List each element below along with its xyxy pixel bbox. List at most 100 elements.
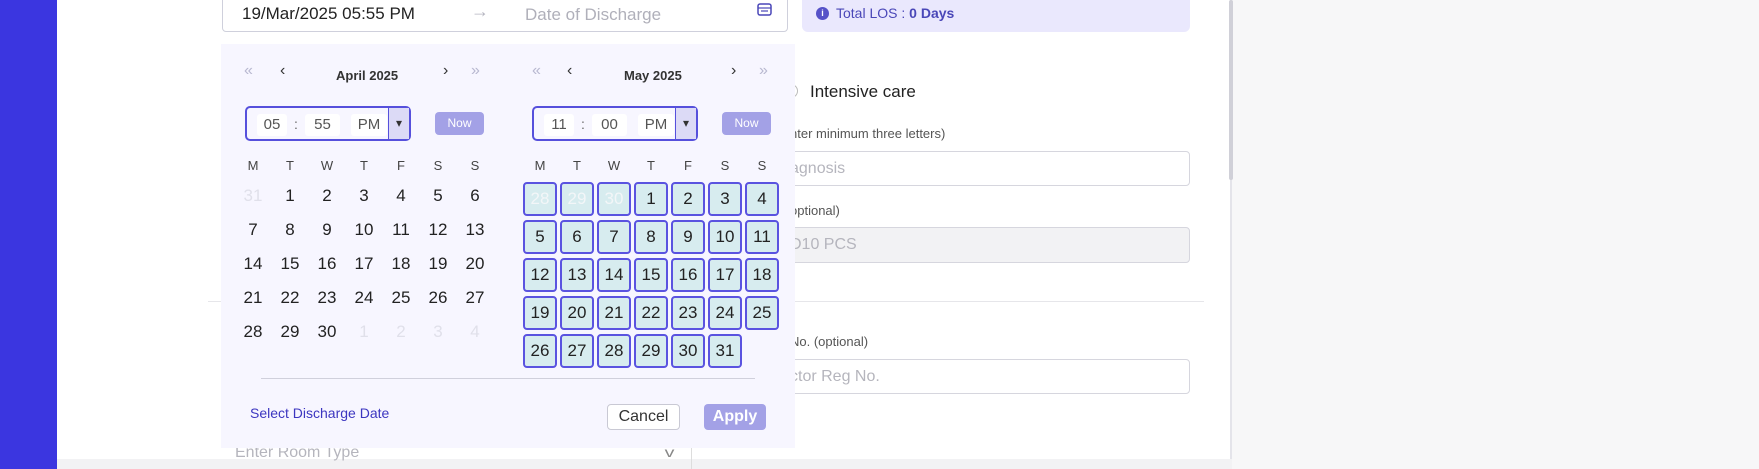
calendar-day[interactable]: 27 [458,288,492,308]
calendar-day[interactable]: 2 [671,182,705,216]
calendar-day[interactable]: 23 [310,288,344,308]
calendar-day[interactable]: 17 [347,254,381,274]
calendar-day[interactable]: 3 [347,186,381,206]
start-minute-field[interactable]: 55 [305,114,340,136]
calendar-day[interactable]: 5 [523,220,557,254]
weekday-label: W [320,158,334,173]
cancel-button[interactable]: Cancel [607,404,680,430]
next-year-icon[interactable]: » [759,62,768,80]
end-time-picker[interactable]: 11 : 00 PM ▾ [532,106,698,141]
calendar-day[interactable]: 19 [421,254,455,274]
chevron-down-icon[interactable]: ▾ [675,108,696,139]
scrollbar-thumb[interactable] [1229,0,1233,180]
calendar-day[interactable]: 8 [273,220,307,240]
start-time-picker[interactable]: 05 : 55 PM ▾ [245,106,411,141]
admission-date-value[interactable]: 19/Mar/2025 05:55 PM [242,4,415,24]
calendar-day[interactable]: 13 [458,220,492,240]
calendar-day[interactable]: 27 [560,334,594,368]
calendar-day[interactable]: 2 [310,186,344,206]
prev-year-icon[interactable]: « [244,62,253,80]
calendar-day[interactable]: 28 [597,334,631,368]
weekday-label: W [607,158,621,173]
calendar-day[interactable]: 29 [273,322,307,342]
calendar-day[interactable]: 20 [560,296,594,330]
calendar-day[interactable]: 16 [310,254,344,274]
calendar-day[interactable]: 11 [384,220,418,240]
calendar-day[interactable]: 15 [634,258,668,292]
prev-month-icon[interactable]: ‹ [280,62,285,80]
calendar-day[interactable]: 20 [458,254,492,274]
calendar-day[interactable]: 30 [597,182,631,216]
end-now-button[interactable]: Now [722,112,771,135]
calendar-day[interactable]: 14 [236,254,270,274]
calendar-day[interactable]: 7 [597,220,631,254]
end-hour-field[interactable]: 11 [544,114,574,136]
calendar-day[interactable]: 22 [634,296,668,330]
next-month-icon[interactable]: › [731,62,736,80]
calendar-day[interactable]: 31 [708,334,742,368]
calendar-day[interactable]: 26 [421,288,455,308]
discharge-date-placeholder[interactable]: Date of Discharge [525,5,661,25]
calendar-day[interactable]: 10 [347,220,381,240]
start-ampm-field[interactable]: PM [351,114,387,136]
calendar-day[interactable]: 13 [560,258,594,292]
calendar-day[interactable]: 28 [523,182,557,216]
calendar-day[interactable]: 1 [634,182,668,216]
calendar-day[interactable]: 16 [671,258,705,292]
calendar-day[interactable]: 25 [745,296,779,330]
calendar-icon[interactable] [757,2,772,16]
calendar-day[interactable]: 22 [273,288,307,308]
calendar-day[interactable]: 29 [560,182,594,216]
apply-button[interactable]: Apply [704,404,766,430]
calendar-day[interactable]: 17 [708,258,742,292]
calendar-day[interactable]: 8 [634,220,668,254]
calendar-day[interactable]: 31 [236,186,270,206]
calendar-day[interactable]: 6 [458,186,492,206]
calendar-day[interactable]: 4 [384,186,418,206]
calendar-day[interactable]: 19 [523,296,557,330]
calendar-day[interactable]: 24 [347,288,381,308]
calendar-day[interactable]: 9 [671,220,705,254]
calendar-day[interactable]: 12 [523,258,557,292]
calendar-day[interactable]: 3 [708,182,742,216]
calendar-day[interactable]: 21 [597,296,631,330]
calendar-day[interactable]: 18 [745,258,779,292]
calendar-day[interactable]: 26 [523,334,557,368]
calendar-day[interactable]: 12 [421,220,455,240]
calendar-day[interactable]: 5 [421,186,455,206]
calendar-day[interactable]: 9 [310,220,344,240]
prev-year-icon[interactable]: « [532,62,541,80]
calendar-day[interactable]: 24 [708,296,742,330]
calendar-day[interactable]: 2 [384,322,418,342]
calendar-day[interactable]: 18 [384,254,418,274]
calendar-day[interactable]: 3 [421,322,455,342]
weekday-label: F [397,158,405,173]
calendar-day[interactable]: 1 [273,186,307,206]
calendar-day[interactable]: 10 [708,220,742,254]
calendar-day[interactable]: 4 [458,322,492,342]
next-month-icon[interactable]: › [443,62,448,80]
weekday-label: S [720,158,730,173]
end-minute-field[interactable]: 00 [592,114,627,136]
calendar-day[interactable]: 6 [560,220,594,254]
calendar-day[interactable]: 7 [236,220,270,240]
calendar-day[interactable]: 30 [310,322,344,342]
calendar-day[interactable]: 30 [671,334,705,368]
calendar-day[interactable]: 23 [671,296,705,330]
calendar-day[interactable]: 4 [745,182,779,216]
chevron-down-icon[interactable]: ▾ [388,108,409,139]
calendar-day[interactable]: 14 [597,258,631,292]
calendar-day[interactable]: 29 [634,334,668,368]
calendar-day[interactable]: 1 [347,322,381,342]
calendar-day[interactable]: 28 [236,322,270,342]
calendar-day[interactable]: 25 [384,288,418,308]
admission-discharge-date-field[interactable]: 19/Mar/2025 05:55 PM → Date of Discharge [222,0,788,32]
calendar-day[interactable]: 21 [236,288,270,308]
next-year-icon[interactable]: » [471,62,480,80]
start-now-button[interactable]: Now [435,112,484,135]
start-hour-field[interactable]: 05 [257,114,287,136]
end-ampm-field[interactable]: PM [638,114,674,136]
calendar-day[interactable]: 11 [745,220,779,254]
prev-month-icon[interactable]: ‹ [567,62,572,80]
calendar-day[interactable]: 15 [273,254,307,274]
